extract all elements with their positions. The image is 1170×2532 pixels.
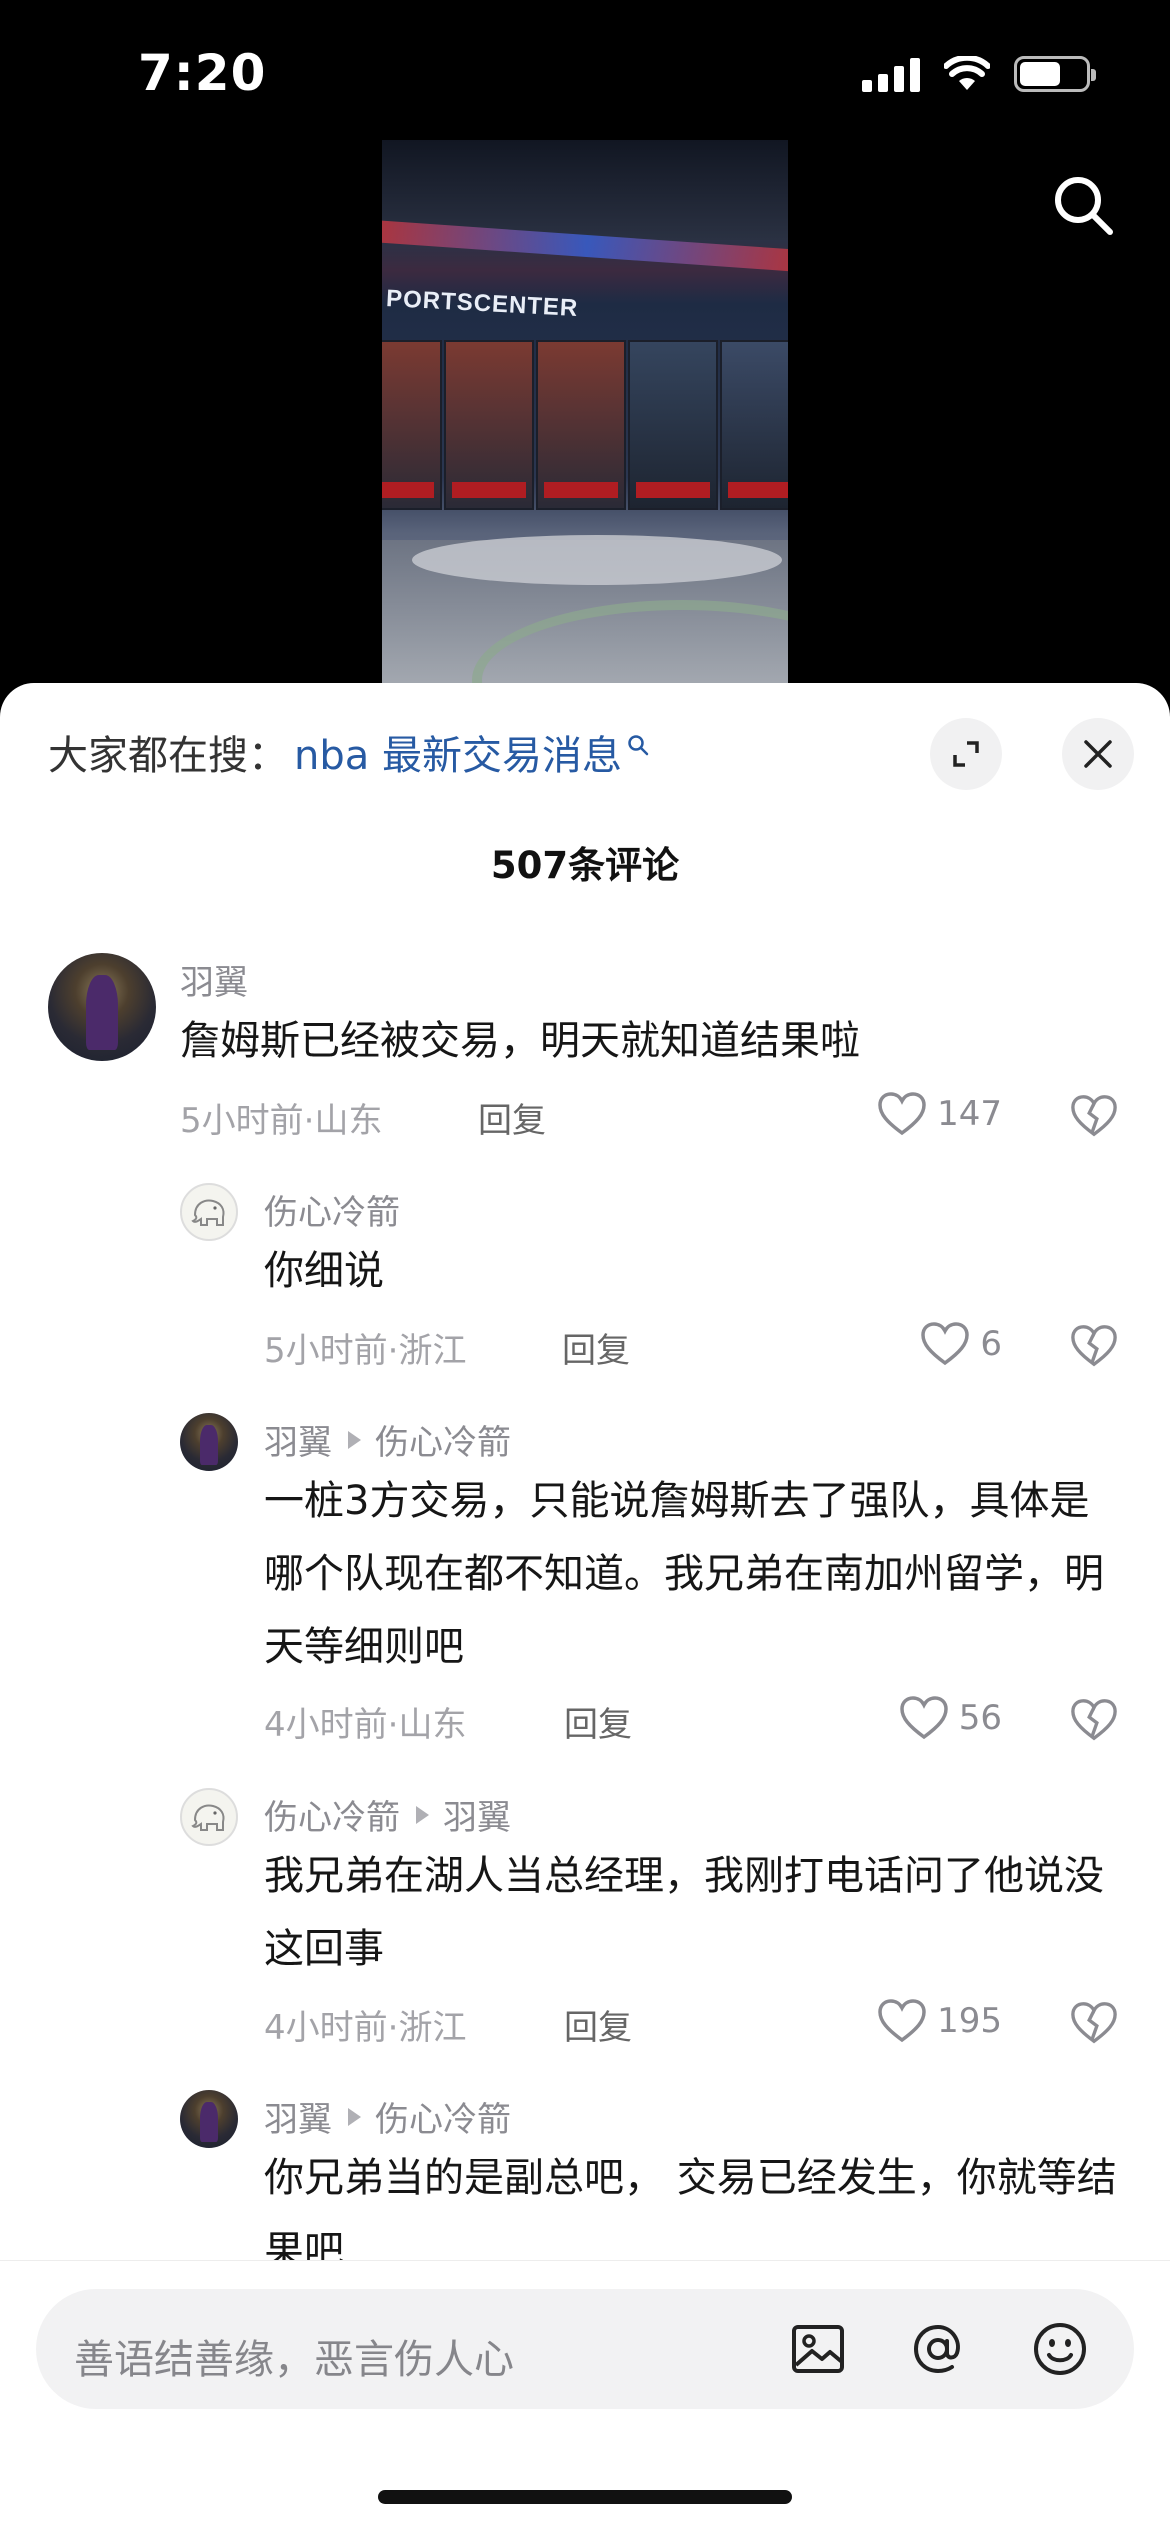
image-icon[interactable] [788,2319,848,2379]
wifi-icon [944,56,990,90]
like-button[interactable]: 195 [877,1998,1002,2044]
emoji-icon[interactable] [1030,2319,1090,2379]
comment-text: 你细说 [264,1248,384,1294]
comment-count: 507条评论 [490,844,680,887]
reply-to-username[interactable]: 伤心冷箭 [375,1415,511,1464]
expand-icon [953,741,979,767]
comment-meta: 5小时前·浙江 [264,1331,467,1371]
like-button[interactable]: 6 [920,1321,1002,1367]
broken-heart-icon[interactable] [1070,1697,1118,1743]
comment-meta: 5小时前·山东 [180,1101,383,1141]
comment-username[interactable]: 伤心冷箭 羽翼 [264,1790,511,1839]
like-count: 6 [980,1324,1002,1364]
status-icons [862,56,1096,92]
broken-heart-icon[interactable] [1070,1093,1118,1139]
reply-button[interactable]: 回复 [478,1093,546,1142]
cellular-signal-icon [862,56,920,92]
comment-text: 詹姆斯已经被交易，明天就知道结果啦 [180,1018,860,1064]
video-preview[interactable]: PORTSCENTER [382,140,788,685]
comment-input[interactable]: 善语结善缘，恶言伤人心 [36,2289,1134,2409]
reply-button[interactable]: 回复 [564,2000,632,2049]
elephant-avatar-icon [191,1804,225,1831]
elephant-avatar-icon [191,1199,225,1226]
battery-icon [1014,56,1096,92]
status-time: 7:20 [138,44,267,102]
at-icon[interactable] [908,2319,968,2379]
status-bar: 7:20 [0,0,1170,140]
comment-sheet: 大家都在搜： nba 最新交易消息 507条评论 羽翼 詹姆斯已经被交易，明天就… [0,683,1170,2532]
hot-search-bar[interactable]: 大家都在搜： nba 最新交易消息 [48,723,650,781]
broken-heart-icon[interactable] [1070,1323,1118,1369]
comment-text: 一桩3方交易，只能说詹姆斯去了强队，具体是哪个队现在都不知道。我兄弟在南加州留学… [264,1478,1104,1670]
close-icon [1084,740,1112,768]
reply-arrow-icon [416,1805,429,1824]
comment-input-placeholder: 善语结善缘，恶言伤人心 [74,2337,514,2383]
avatar[interactable] [180,2090,238,2148]
comment-username[interactable]: 伤心冷箭 [264,1185,400,1234]
avatar[interactable] [180,1788,238,1846]
reply-arrow-icon [348,2107,361,2126]
username-text: 羽翼 [264,2100,332,2140]
like-button[interactable]: 56 [899,1695,1002,1741]
heart-icon [899,1696,948,1740]
like-button[interactable]: 147 [877,1091,1002,1137]
like-count: 147 [937,1094,1002,1134]
hot-search-keyword[interactable]: nba 最新交易消息 [294,723,622,781]
username-text: 伤心冷箭 [264,1798,400,1838]
comment-username[interactable]: 羽翼 伤心冷箭 [264,2092,511,2141]
username-text: 羽翼 [180,963,248,1003]
avatar[interactable] [180,1183,238,1241]
comment-meta: 4小时前·浙江 [264,2008,467,2048]
search-icon [628,735,649,756]
reply-button[interactable]: 回复 [562,1323,630,1372]
username-text: 羽翼 [264,1423,332,1463]
comment-username[interactable]: 羽翼 [180,955,248,1004]
reply-to-username[interactable]: 伤心冷箭 [375,2092,511,2141]
like-count: 195 [937,2001,1002,2041]
comment-username[interactable]: 羽翼 伤心冷箭 [264,1415,511,1464]
home-indicator[interactable] [378,2490,792,2504]
reply-to-username[interactable]: 羽翼 [443,1790,511,1839]
reply-arrow-icon [348,1430,361,1449]
expand-button[interactable] [930,718,1002,790]
avatar[interactable] [180,1413,238,1471]
avatar[interactable] [48,953,156,1061]
comment-meta: 4小时前·山东 [264,1705,467,1745]
heart-icon [921,1322,970,1366]
studio-sign-text: PORTSCENTER [385,284,579,323]
search-icon[interactable] [1048,170,1118,240]
heart-icon [878,1092,926,1136]
close-button[interactable] [1062,718,1134,790]
reply-button[interactable]: 回复 [564,1697,632,1746]
heart-icon [878,1999,926,2043]
broken-heart-icon[interactable] [1070,2000,1118,2046]
like-count: 56 [958,1698,1002,1738]
comment-text: 我兄弟在湖人当总经理，我刚打电话问了他说没这回事 [264,1853,1104,1972]
username-text: 伤心冷箭 [264,1193,400,1233]
hot-search-prefix: 大家都在搜： [48,733,288,779]
